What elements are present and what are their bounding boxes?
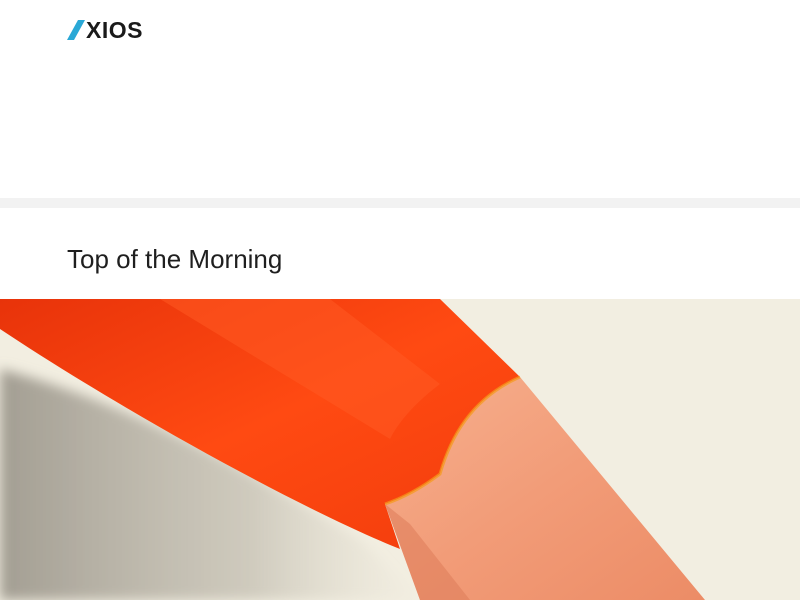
axios-logo-text: XIOS bbox=[86, 17, 143, 43]
axios-logo-mark-icon bbox=[67, 20, 85, 40]
axios-logo[interactable]: XIOS bbox=[67, 18, 143, 42]
site-header: XIOS bbox=[0, 0, 800, 198]
section-divider bbox=[0, 198, 800, 208]
newsletter-page: XIOS Top of the Morning bbox=[0, 0, 800, 600]
orange-pencil-illustration bbox=[0, 299, 800, 600]
section-title: Top of the Morning bbox=[67, 244, 283, 274]
hero-image bbox=[0, 299, 800, 600]
